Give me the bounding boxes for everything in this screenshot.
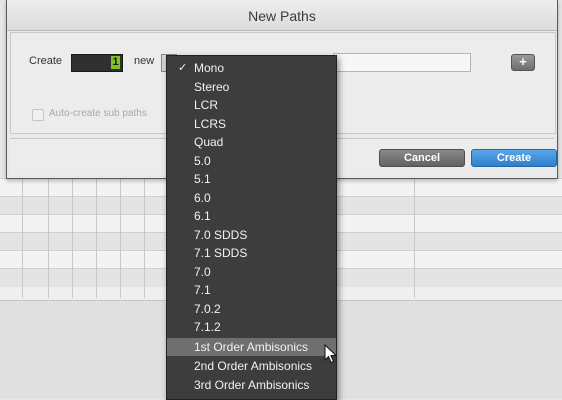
menu-item-7-0-sdds[interactable]: 7.0 SDDS [167, 226, 336, 244]
grid-divider [120, 178, 121, 298]
path-name-field[interactable] [333, 53, 471, 72]
menu-item-label: 6.0 [194, 190, 211, 205]
menu-item-label: LCR [194, 98, 219, 112]
menu-item-label: Mono [194, 61, 225, 75]
menu-item-label: LCRS [194, 116, 227, 131]
menu-item-label: 5.1 [194, 172, 211, 186]
menu-item-6-0[interactable]: 6.0 [167, 189, 336, 207]
menu-item-5-1[interactable]: 5.1 [167, 170, 336, 188]
menu-item-lcrs[interactable]: LCRS [167, 115, 336, 133]
checkmark-icon: ✓ [178, 62, 188, 74]
menu-item-label: 7.1 [194, 283, 211, 297]
menu-item-7-0[interactable]: 7.0 [167, 263, 336, 281]
grid-divider [48, 178, 49, 298]
menu-item-quad[interactable]: Quad [167, 133, 336, 151]
menu-item-2nd-order-ambisonics[interactable]: 2nd Order Ambisonics [167, 357, 336, 375]
auto-create-subpaths-checkbox[interactable] [32, 109, 44, 121]
grid-divider [144, 178, 145, 298]
menu-item-7-1[interactable]: 7.1 [167, 281, 336, 299]
grid-divider [72, 178, 73, 298]
menu-item-label: 1st Order Ambisonics [194, 340, 309, 354]
menu-item-6-1[interactable]: 6.1 [167, 207, 336, 225]
menu-item-label: 5.0 [194, 153, 211, 168]
menu-item-3rd-order-ambisonics[interactable]: 3rd Order Ambisonics [167, 376, 336, 394]
menu-item-label: 7.1 SDDS [194, 246, 248, 260]
cancel-button[interactable]: Cancel [379, 149, 465, 167]
dialog-title: New Paths [7, 0, 557, 31]
grid-divider [414, 178, 415, 298]
menu-item-label: 7.0 SDDS [194, 227, 248, 242]
grid-divider [96, 178, 97, 298]
create-button[interactable]: Create [471, 149, 557, 167]
menu-item-label: Quad [194, 135, 224, 149]
menu-item-label: Stereo [194, 79, 230, 94]
menu-item-mono[interactable]: ✓ Mono [167, 59, 336, 77]
menu-item-label: 6.1 [194, 209, 211, 223]
auto-create-subpaths-label: Auto-create sub paths [49, 108, 147, 119]
path-count-field[interactable]: 1 [71, 54, 123, 72]
menu-item-5-0[interactable]: 5.0 [167, 152, 336, 170]
menu-item-label: 7.1.2 [194, 320, 221, 334]
path-count-value: 1 [111, 56, 120, 69]
add-path-button[interactable]: + [511, 54, 535, 71]
new-label: new [134, 55, 155, 67]
create-label: Create [29, 55, 63, 67]
menu-item-label: 2nd Order Ambisonics [194, 359, 313, 373]
mouse-pointer-icon [324, 344, 338, 364]
menu-item-stereo[interactable]: Stereo [167, 78, 336, 96]
menu-item-1st-order-ambisonics[interactable]: 1st Order Ambisonics [167, 338, 336, 356]
grid-divider [22, 178, 23, 298]
plus-icon: + [519, 54, 527, 69]
menu-item-lcr[interactable]: LCR [167, 96, 336, 114]
menu-item-label: 7.0.2 [194, 301, 221, 316]
menu-item-7-0-2[interactable]: 7.0.2 [167, 300, 336, 318]
menu-item-label: 7.0 [194, 264, 211, 279]
menu-item-7-1-sdds[interactable]: 7.1 SDDS [167, 244, 336, 262]
menu-item-7-1-2[interactable]: 7.1.2 [167, 318, 336, 336]
channel-format-menu: ✓ Mono Stereo LCR LCRS Quad 5.0 5.1 6.0 … [166, 55, 337, 400]
menu-item-label: 3rd Order Ambisonics [194, 378, 310, 392]
